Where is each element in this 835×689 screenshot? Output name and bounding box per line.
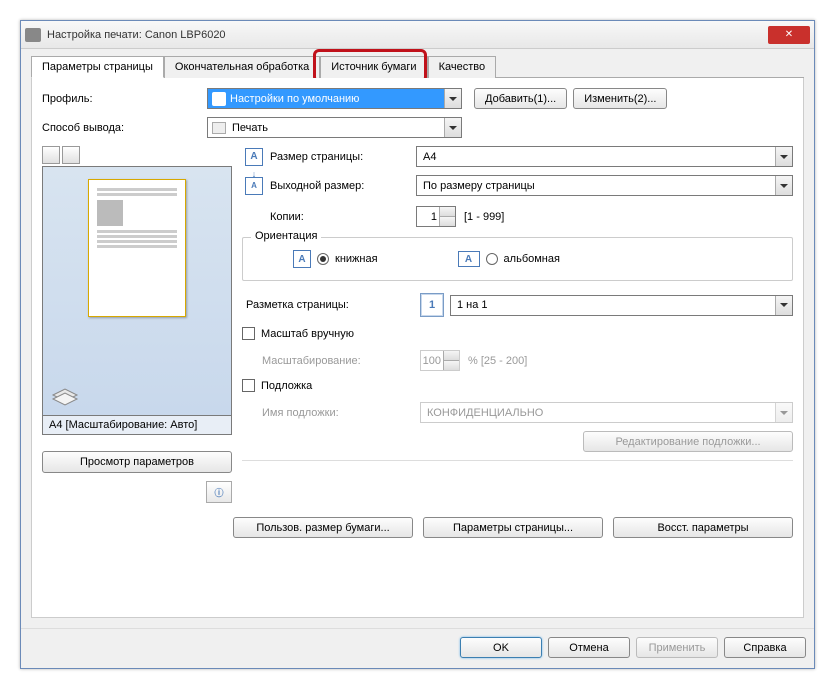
spinner-buttons[interactable]: [439, 207, 455, 226]
add-profile-button[interactable]: Добавить(1)...: [474, 88, 567, 109]
page-options-button[interactable]: Параметры страницы...: [423, 517, 603, 538]
preview-status: A4 [Масштабирование: Авто]: [42, 416, 232, 435]
layout-icon: 1: [420, 293, 444, 317]
restore-defaults-button[interactable]: Восст. параметры: [613, 517, 793, 538]
landscape-radio[interactable]: [486, 253, 498, 265]
print-settings-dialog: Настройка печати: Canon LBP6020 ✕ Параме…: [20, 20, 815, 669]
tab-quality[interactable]: Качество: [428, 56, 497, 78]
print-icon: [212, 122, 226, 134]
chevron-down-icon[interactable]: [444, 118, 461, 137]
watermark-label: Подложка: [261, 380, 312, 392]
orientation-portrait-option[interactable]: A книжная: [293, 250, 378, 268]
profile-value: Настройки по умолчанию: [230, 93, 359, 105]
manual-scale-label: Масштаб вручную: [261, 328, 354, 340]
custom-paper-size-button[interactable]: Пользов. размер бумаги...: [233, 517, 413, 538]
tab-paper-source[interactable]: Источник бумаги: [320, 56, 427, 78]
copies-range: [1 - 999]: [464, 211, 504, 223]
titlebar[interactable]: Настройка печати: Canon LBP6020 ✕: [21, 21, 814, 49]
portrait-label: книжная: [335, 253, 378, 265]
printer-icon: [25, 28, 41, 42]
output-combo[interactable]: Печать: [207, 117, 462, 138]
preview-column: A4 [Масштабирование: Авто] Просмотр пара…: [42, 146, 232, 503]
output-label: Способ вывода:: [42, 122, 207, 134]
tabstrip: Параметры страницы Окончательная обработ…: [31, 55, 804, 78]
orientation-fieldset: Ориентация A книжная A альбомная: [242, 237, 793, 281]
chevron-down-icon[interactable]: [775, 147, 792, 166]
watermark-name-combo: КОНФИДЕНЦИАЛЬНО: [420, 402, 793, 423]
preview-mode-2-button[interactable]: [62, 146, 80, 164]
portrait-radio[interactable]: [317, 253, 329, 265]
defaults-info-button[interactable]: ⓘ: [206, 481, 232, 503]
page-params-panel: Профиль: Настройки по умолчанию Добавить…: [31, 78, 804, 618]
scaling-value: 100: [423, 355, 441, 367]
watermark-checkbox[interactable]: [242, 379, 255, 392]
view-parameters-button[interactable]: Просмотр параметров: [42, 451, 232, 473]
page-preview: [42, 166, 232, 416]
output-size-icon: A: [245, 177, 263, 195]
output-value: Печать: [232, 122, 268, 134]
cancel-button[interactable]: Отмена: [548, 637, 630, 658]
profile-label: Профиль:: [42, 93, 207, 105]
layout-combo[interactable]: 1 на 1: [450, 295, 793, 316]
manual-scale-checkbox[interactable]: [242, 327, 255, 340]
chevron-down-icon: [775, 403, 792, 422]
landscape-label: альбомная: [504, 253, 560, 265]
page-size-combo[interactable]: A4: [416, 146, 793, 167]
window-title: Настройка печати: Canon LBP6020: [47, 29, 768, 41]
output-size-value: По размеру страницы: [423, 180, 535, 192]
orientation-landscape-option[interactable]: A альбомная: [458, 250, 560, 268]
help-button[interactable]: Справка: [724, 637, 806, 658]
paper-stack-icon: [51, 385, 79, 407]
orientation-legend: Ориентация: [251, 230, 321, 242]
tab-page-params[interactable]: Параметры страницы: [31, 56, 164, 78]
edit-profile-button[interactable]: Изменить(2)...: [573, 88, 667, 109]
layout-label: Разметка страницы:: [242, 299, 420, 311]
output-size-combo[interactable]: По размеру страницы: [416, 175, 793, 196]
copies-value: 1: [431, 211, 437, 223]
scaling-label: Масштабирование:: [262, 355, 420, 367]
scaling-range: % [25 - 200]: [468, 355, 527, 367]
page-size-value: A4: [423, 151, 436, 163]
page-size-label: Размер страницы:: [266, 151, 416, 163]
watermark-name-label: Имя подложки:: [262, 407, 420, 419]
watermark-value: КОНФИДЕНЦИАЛЬНО: [427, 407, 543, 419]
chevron-down-icon[interactable]: [775, 176, 792, 195]
page-thumbnail: [88, 179, 186, 317]
chevron-down-icon[interactable]: [444, 89, 461, 108]
page-size-icon: A: [245, 148, 263, 166]
spinner-buttons: [443, 351, 459, 370]
edit-watermark-button: Редактирование подложки...: [583, 431, 793, 452]
settings-column: A Размер страницы: A4 ↓ A Выходной разме…: [242, 146, 793, 503]
scaling-spinner: 100: [420, 350, 460, 371]
chevron-down-icon[interactable]: [775, 296, 792, 315]
preview-mode-1-button[interactable]: [42, 146, 60, 164]
portrait-icon: A: [293, 250, 311, 268]
ok-button[interactable]: OK: [460, 637, 542, 658]
output-size-label: Выходной размер:: [266, 180, 416, 192]
layout-value: 1 на 1: [457, 299, 488, 311]
copies-label: Копии:: [266, 211, 416, 223]
profile-icon: [212, 92, 226, 106]
tab-finishing[interactable]: Окончательная обработка: [164, 56, 320, 78]
landscape-icon: A: [458, 251, 480, 267]
close-button[interactable]: ✕: [768, 26, 810, 44]
copies-spinner[interactable]: 1: [416, 206, 456, 227]
apply-button: Применить: [636, 637, 718, 658]
profile-combo[interactable]: Настройки по умолчанию: [207, 88, 462, 109]
dialog-button-bar: OK Отмена Применить Справка: [21, 628, 814, 668]
